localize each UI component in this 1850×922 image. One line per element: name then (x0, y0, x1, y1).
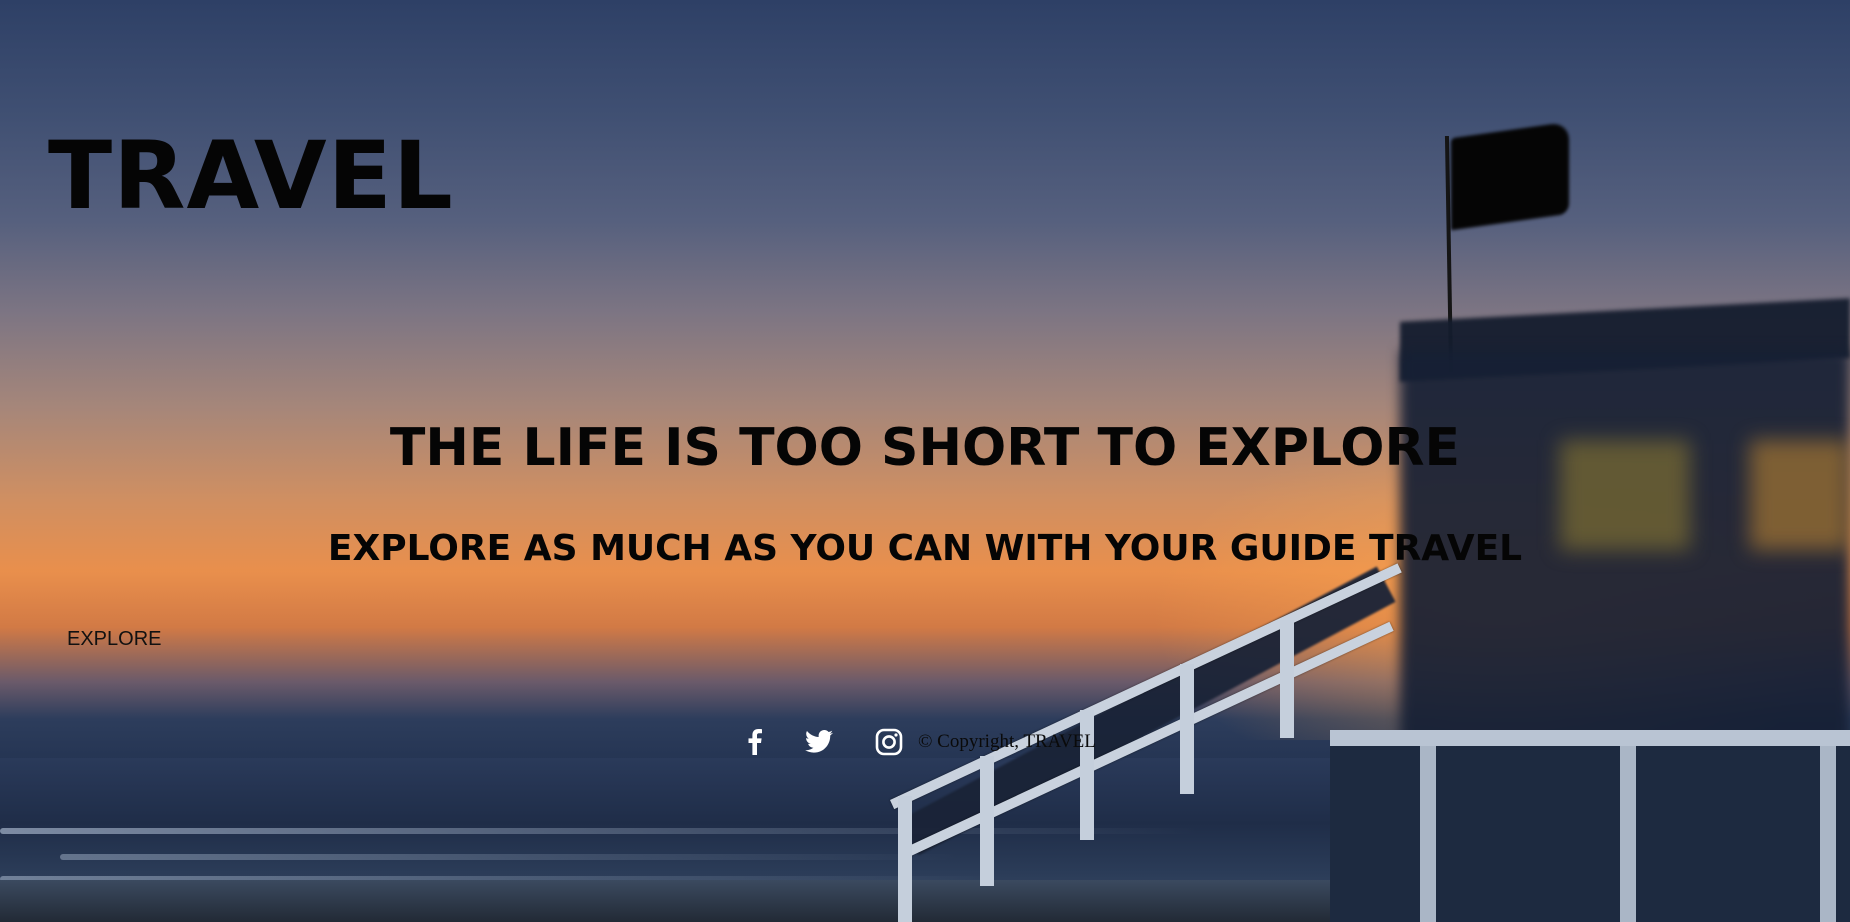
twitter-icon[interactable] (802, 725, 836, 759)
hero-subheadline: EXPLORE AS MUCH AS YOU CAN WITH YOUR GUI… (327, 528, 1523, 569)
hero-headline: THE LIFE IS TOO SHORT TO EXPLORE (389, 418, 1461, 478)
lifeguard-tower-image (860, 120, 1850, 922)
facebook-icon[interactable] (738, 725, 772, 759)
explore-button[interactable]: EXPLORE (67, 628, 161, 651)
brand-logo[interactable]: TRAVEL (48, 122, 454, 231)
footer: © Copyright, TRAVEL (738, 725, 1096, 759)
copyright-text: © Copyright, TRAVEL (918, 731, 1096, 752)
instagram-icon[interactable] (872, 725, 906, 759)
